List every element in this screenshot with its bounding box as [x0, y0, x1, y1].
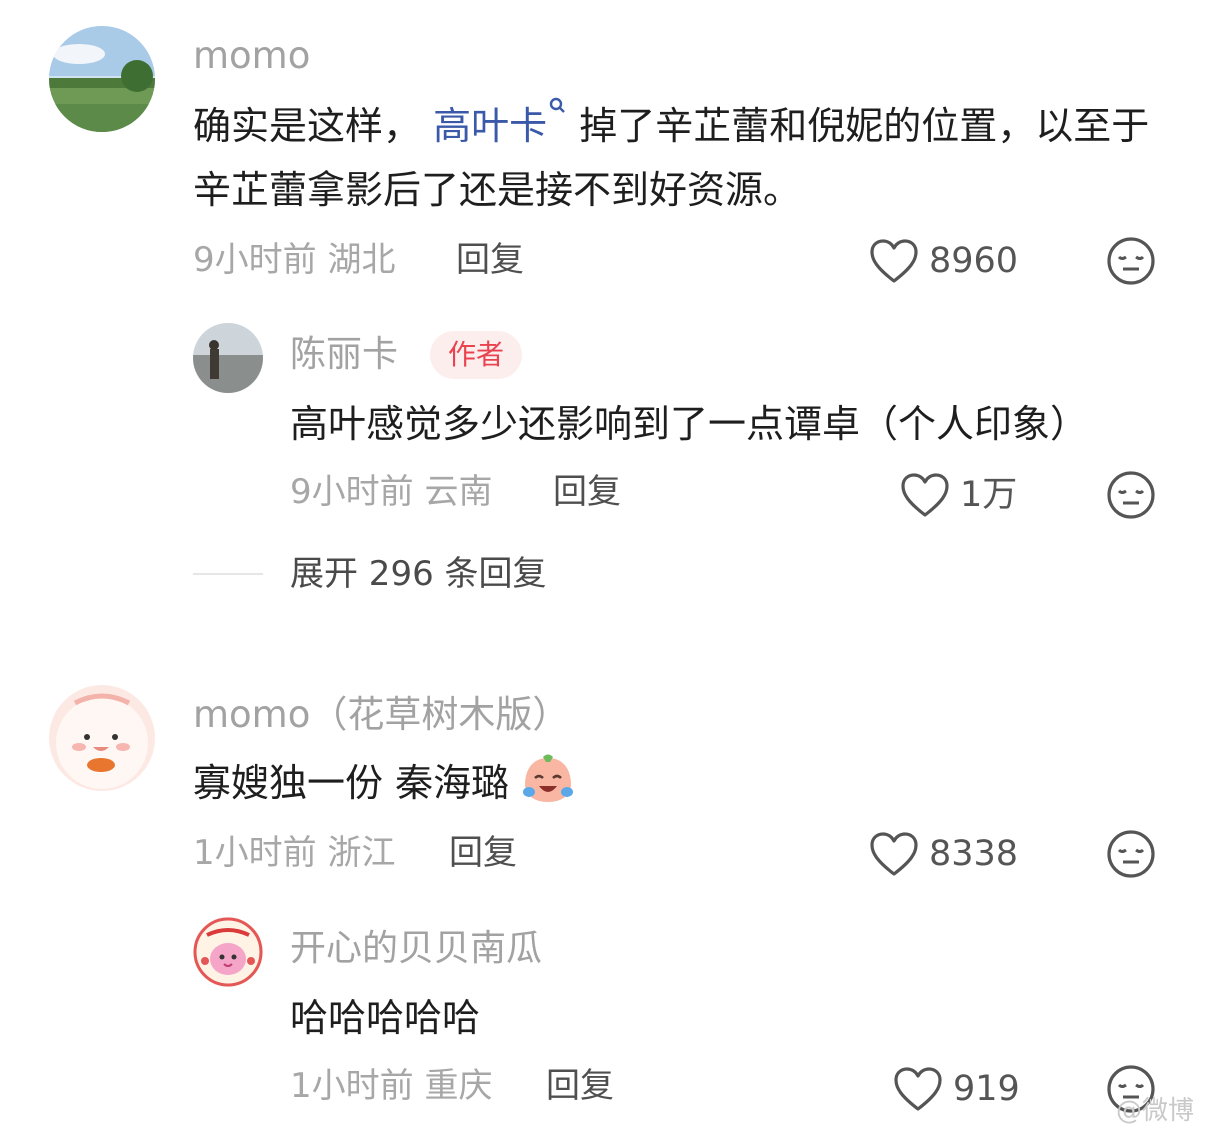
crying-laughing-emoji-icon [523, 754, 574, 802]
reply-button[interactable]: 回复 [456, 238, 524, 282]
dislike-button[interactable] [1106, 829, 1156, 883]
reply-location: 重庆 [424, 1066, 493, 1106]
pumpkin-cartoon-avatar-image [193, 917, 263, 987]
meh-face-icon [1107, 471, 1155, 519]
reply-button[interactable]: 回复 [553, 470, 621, 514]
heart-icon [894, 1067, 942, 1111]
reply-location: 云南 [424, 472, 493, 512]
reply-text: 哈哈哈哈哈 [290, 996, 481, 1040]
like-count: 919 [953, 1069, 1020, 1109]
heart-icon [870, 239, 918, 283]
like-button[interactable]: 919 [893, 1066, 1020, 1112]
comment-text-before: 确实是这样， [193, 104, 422, 148]
avatar[interactable] [49, 685, 155, 791]
comment-username[interactable]: momo（花草树木版） [193, 693, 569, 737]
avatar[interactable] [193, 323, 263, 393]
like-button[interactable]: 8960 [869, 238, 1018, 284]
reply-time: 1小时前 [290, 1066, 414, 1106]
meh-face-icon [1107, 830, 1155, 878]
like-count: 1万 [960, 475, 1018, 515]
comment-time: 1小时前 [193, 833, 317, 873]
expand-divider [193, 573, 263, 575]
heart-icon [870, 832, 918, 876]
reply-button[interactable]: 回复 [449, 831, 517, 875]
avatar[interactable] [193, 917, 263, 987]
reply-button[interactable]: 回复 [546, 1064, 614, 1108]
reply-meta: 1小时前 重庆 [290, 1064, 492, 1108]
like-count: 8960 [929, 241, 1019, 281]
reply-time: 9小时前 [290, 472, 414, 512]
beach-avatar-image [193, 323, 263, 393]
topic-link-label: 高叶卡 [433, 104, 548, 148]
comment-location: 浙江 [327, 833, 396, 873]
topic-link[interactable]: 高叶卡 [433, 97, 567, 148]
comment-username[interactable]: momo [193, 34, 310, 78]
author-badge: 作者 [430, 331, 523, 379]
heart-icon [901, 473, 949, 517]
comment-text: 确实是这样， 高叶卡 掉了辛芷蕾和倪妮的位置，以至于辛芷蕾拿影后了还是接不到好资… [193, 94, 1168, 222]
like-button[interactable]: 8338 [869, 831, 1018, 877]
comment-time: 9小时前 [193, 240, 317, 280]
reply-username[interactable]: 开心的贝贝南瓜 [290, 927, 542, 971]
dislike-button[interactable] [1106, 470, 1156, 524]
reply-meta: 9小时前 云南 [290, 470, 492, 514]
dislike-button[interactable] [1106, 236, 1156, 290]
comment-meta: 9小时前 湖北 [193, 238, 395, 282]
expand-replies-button[interactable]: 展开 296 条回复 [290, 552, 547, 596]
like-button[interactable]: 1万 [900, 472, 1017, 518]
reply-username[interactable]: 陈丽卡 [290, 333, 398, 377]
search-icon [549, 97, 565, 113]
cartoon-avatar-image [49, 685, 155, 791]
like-count: 8338 [929, 834, 1019, 874]
landscape-avatar-image [49, 26, 155, 132]
avatar[interactable] [49, 26, 155, 132]
watermark: @微博 [1115, 1096, 1194, 1126]
reply-text: 高叶感觉多少还影响到了一点谭卓（个人印象） [290, 402, 1089, 446]
comment-location: 湖北 [327, 240, 396, 280]
comment-meta: 1小时前 浙江 [193, 831, 395, 875]
comment-text-body: 寡嫂独一份 秦海璐 [193, 761, 510, 805]
comment-text: 寡嫂独一份 秦海璐 [193, 751, 575, 815]
meh-face-icon [1107, 237, 1155, 285]
